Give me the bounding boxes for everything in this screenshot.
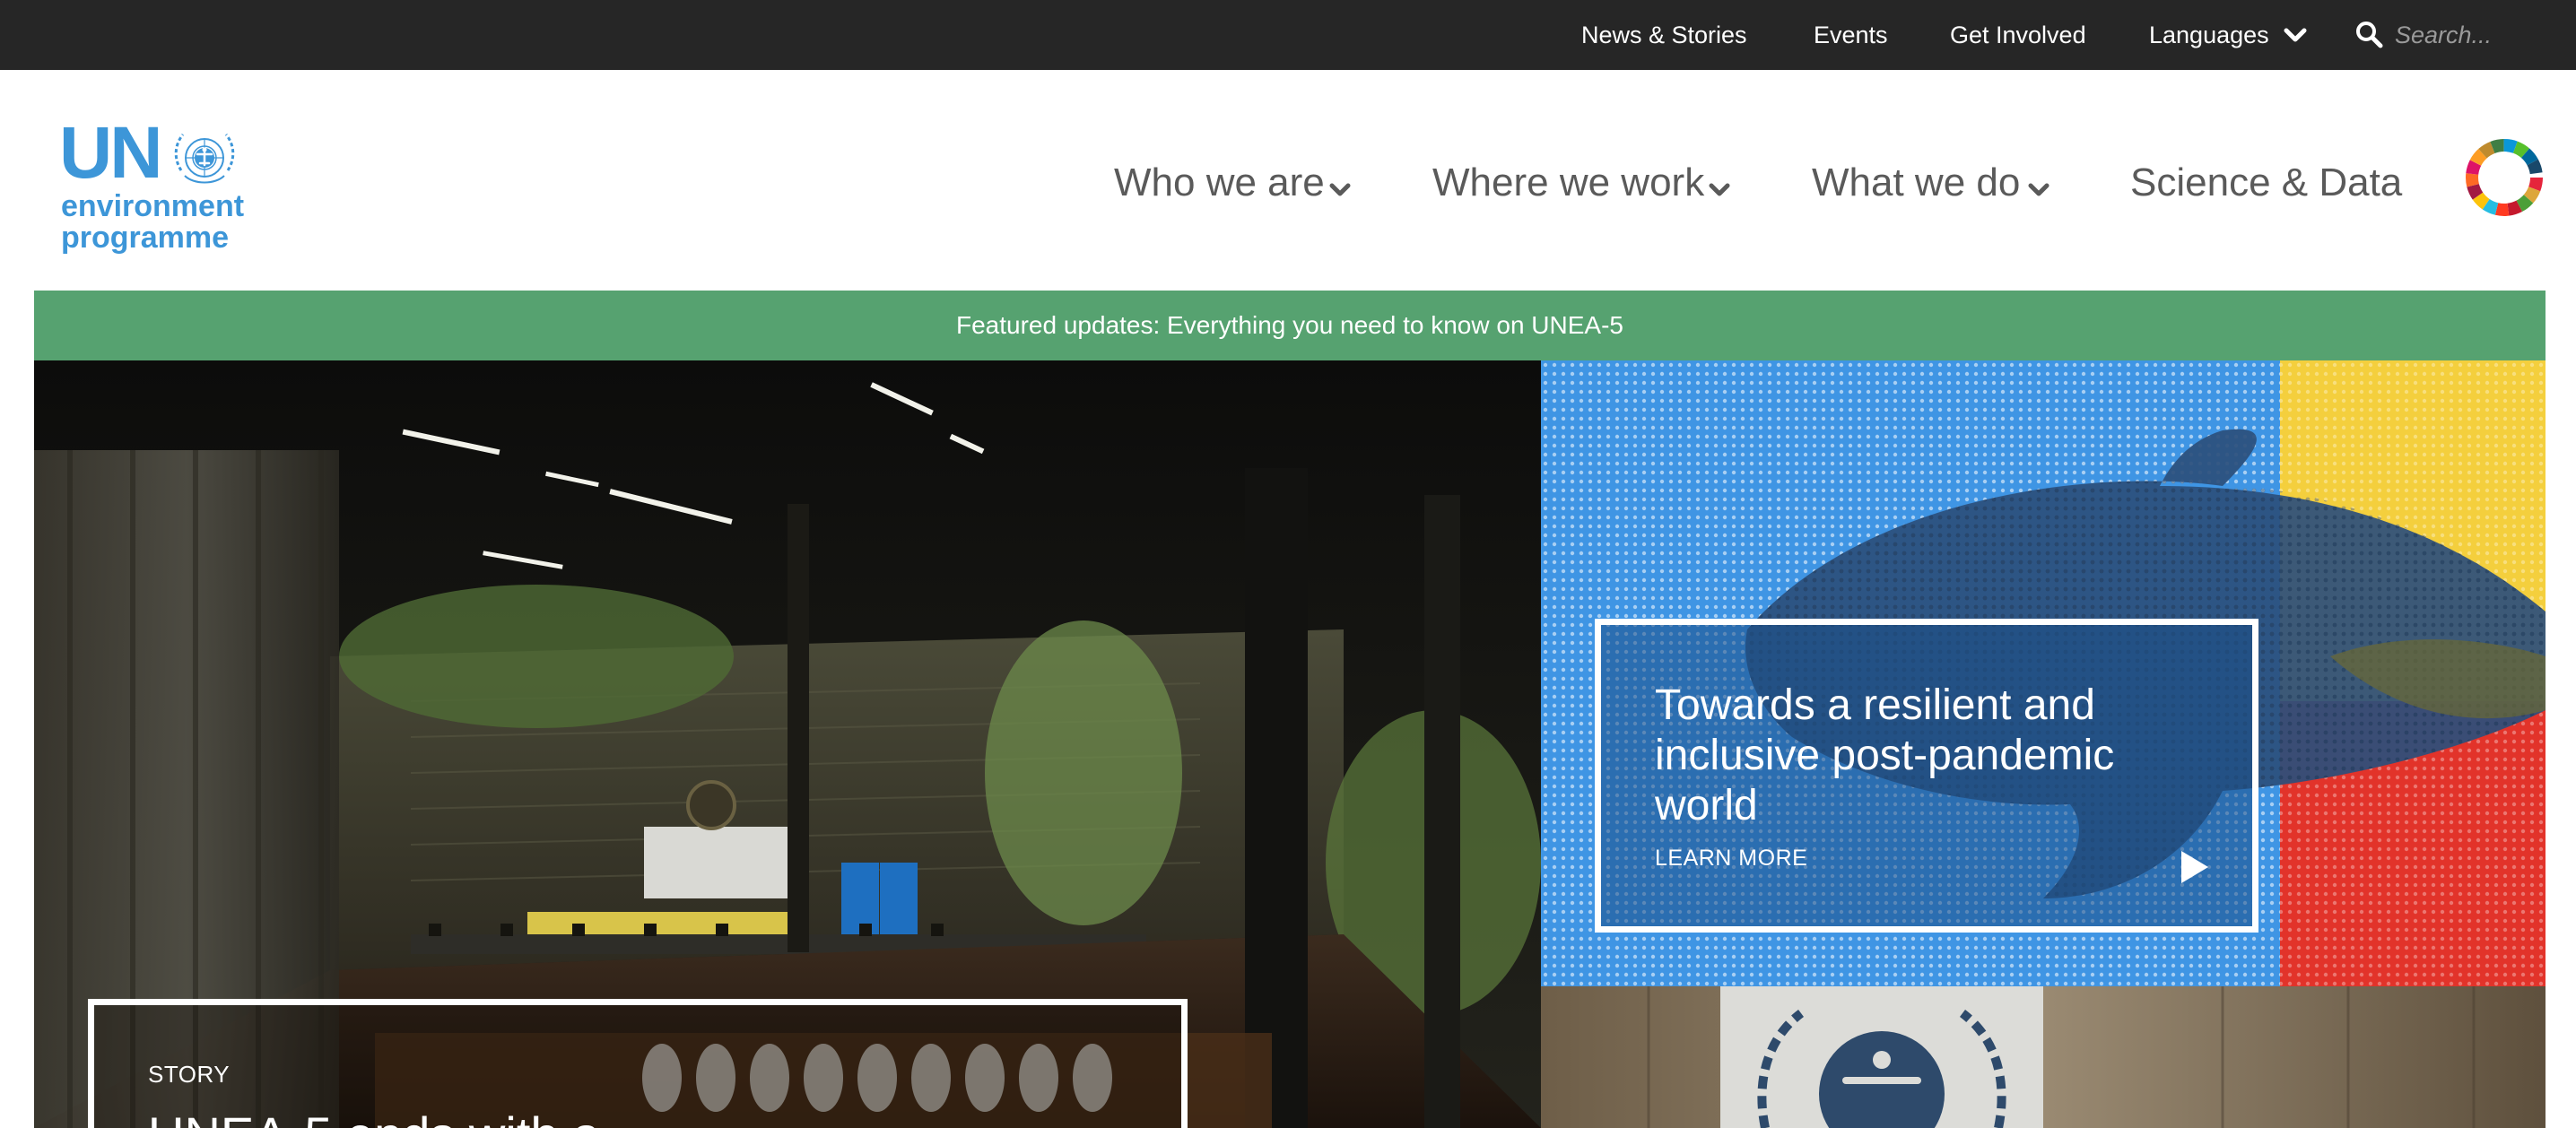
chevron-down-icon[interactable] (2283, 25, 2308, 45)
nav-science-data[interactable]: Science & Data (2130, 160, 2402, 206)
utility-bar: News & Stories Events Get Involved Langu… (0, 0, 2576, 70)
logo-un-text: UN (59, 112, 162, 194)
nav-where-we-work[interactable]: Where we work (1432, 160, 1704, 206)
get-involved-link[interactable]: Get Involved (1950, 20, 2086, 50)
feature-promo[interactable]: Towards a resilient and inclusive post-p… (1541, 360, 2546, 986)
nav-what-we-do[interactable]: What we do (1812, 160, 2020, 206)
news-stories-link[interactable]: News & Stories (1581, 20, 1747, 50)
languages-dropdown[interactable]: Languages (2149, 20, 2269, 50)
secondary-feature[interactable] (1541, 986, 2546, 1128)
feature-card[interactable]: Towards a resilient and inclusive post-p… (1595, 619, 2258, 933)
play-icon[interactable] (2178, 847, 2210, 887)
unep-logo[interactable]: UN environment programme (59, 117, 265, 260)
featured-banner[interactable]: Featured updates: Everything you need to… (34, 291, 2546, 360)
story-label: STORY (148, 1061, 231, 1088)
hero-story[interactable]: STORY UNEA-5 ends with a ... (34, 360, 1541, 1128)
events-link[interactable]: Events (1814, 20, 1888, 50)
learn-more-link[interactable]: LEARN MORE (1655, 846, 1807, 872)
feature-title[interactable]: Towards a resilient and inclusive post-p… (1655, 681, 2157, 831)
search-input[interactable] (2395, 16, 2556, 54)
logo-programme-text: programme (61, 221, 230, 255)
logo-environment-text: environment (61, 189, 245, 223)
chevron-down-icon[interactable] (2027, 181, 2050, 199)
unep-emblem-photo (1541, 986, 2546, 1128)
hero-story-card[interactable]: STORY UNEA-5 ends with a ... (88, 999, 1188, 1128)
chevron-down-icon[interactable] (1708, 181, 1731, 199)
hero-story-title[interactable]: UNEA-5 ends with a ... (148, 1106, 656, 1128)
chevron-down-icon[interactable] (1328, 181, 1352, 199)
featured-banner-text: Featured updates: Everything you need to… (956, 311, 1623, 339)
nav-who-we-are[interactable]: Who we are (1114, 160, 1325, 206)
sdg-wheel-icon[interactable] (2464, 137, 2545, 218)
search-icon[interactable] (2354, 20, 2383, 48)
un-emblem-icon (174, 134, 235, 184)
